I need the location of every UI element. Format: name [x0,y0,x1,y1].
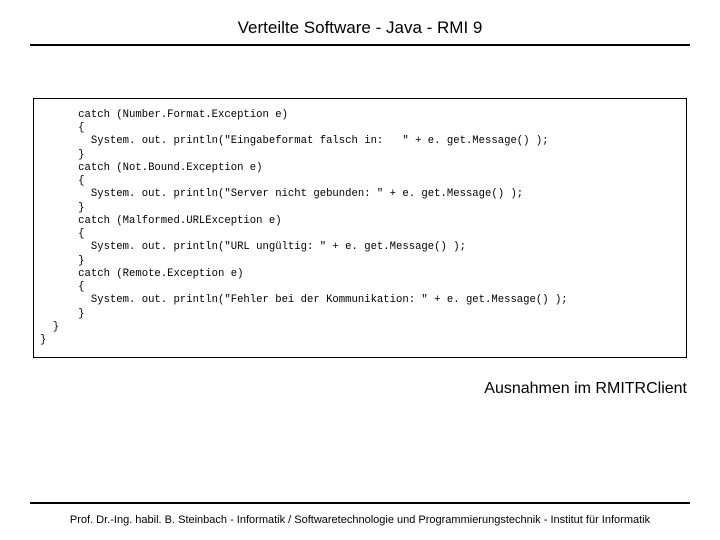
page-title: Verteilte Software - Java - RMI 9 [0,0,720,44]
code-box: catch (Number.Format.Exception e) { Syst… [33,98,687,358]
footer-text: Prof. Dr.-Ing. habil. B. Steinbach - Inf… [0,514,720,526]
slide-page: Verteilte Software - Java - RMI 9 catch … [0,0,720,540]
footer-divider [30,502,690,504]
code-listing: catch (Number.Format.Exception e) { Syst… [40,109,680,347]
footer-region: Prof. Dr.-Ing. habil. B. Steinbach - Inf… [0,502,720,526]
slide-caption: Ausnahmen im RMITRClient [0,380,687,398]
header-divider [30,44,690,46]
